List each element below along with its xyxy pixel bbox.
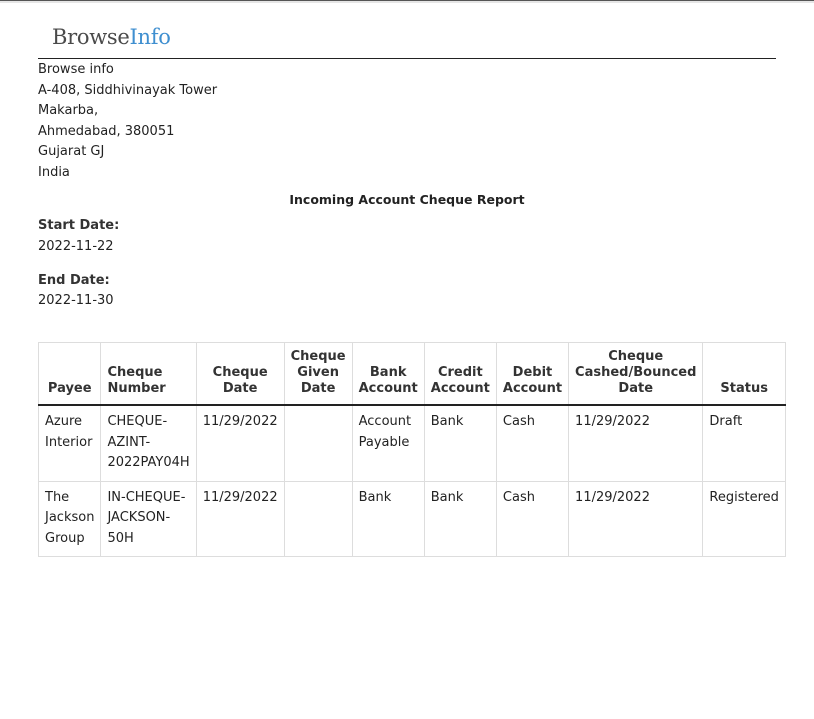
logo-text-info: Info xyxy=(129,25,171,49)
start-date-label: Start Date: xyxy=(38,218,120,233)
address-line: Ahmedabad, 380051 xyxy=(38,123,175,139)
address-line: Makarba, xyxy=(38,103,99,118)
header-cheque-date: Cheque Date xyxy=(195,342,285,406)
cell-bank-account: Account Payable xyxy=(351,404,425,482)
address-line: A-408, Siddhivinayak Tower xyxy=(38,82,218,98)
cheque-report-table: Payee Cheque Number Cheque Date Cheque Giv… xyxy=(37,342,786,557)
header-cheque-number: Cheque Number xyxy=(100,342,197,406)
cell-cheque-date: 11/29/2022 xyxy=(195,404,285,482)
header-status: Status xyxy=(702,342,786,406)
header-payee: Payee xyxy=(37,342,102,406)
cell-status: Registered xyxy=(702,480,786,557)
end-date-label: End Date: xyxy=(38,273,110,288)
table-row: The Jackson Group IN-CHEQUE- JACKSON-50H 11… xyxy=(37,480,786,557)
address-line: India xyxy=(38,164,70,180)
address-line: Browse info xyxy=(38,62,114,77)
cell-cheque-given-date xyxy=(283,480,353,557)
cell-cheque-given-date xyxy=(283,404,353,482)
cell-cheque-cashed-date: 11/29/2022 xyxy=(568,480,704,557)
header-credit-account: Credit Account xyxy=(423,342,497,406)
header-bank-account: Bank Account xyxy=(351,342,425,406)
cell-payee: Azure Interior xyxy=(37,404,102,482)
cell-cheque-number: IN-CHEQUE- JACKSON-50H xyxy=(100,480,197,557)
company-logo: BrowseInfo xyxy=(52,25,171,49)
cell-credit-account: Bank xyxy=(423,404,497,482)
top-shadow xyxy=(0,1,814,3)
table-row: Azure Interior CHEQUE- AZINT- 2022PAY04H 11… xyxy=(37,404,786,482)
company-address: Browse info A-408, Siddhivinayak Tower M… xyxy=(38,60,217,183)
cell-credit-account: Bank xyxy=(423,480,497,557)
start-date-value: 2022-11-22 xyxy=(38,239,114,254)
cell-bank-account: Bank xyxy=(351,480,425,557)
table-header-row: Payee Cheque Number Cheque Date Cheque Giv… xyxy=(37,342,786,406)
cell-cheque-date: 11/29/2022 xyxy=(195,480,285,557)
header-cheque-given-date: Cheque Given Date xyxy=(283,342,353,406)
header-cheque-cashed-date: Cheque Cashed/Bounced Date xyxy=(568,342,704,406)
cell-status: Draft xyxy=(702,404,786,482)
cell-cheque-cashed-date: 11/29/2022 xyxy=(568,404,704,482)
cell-debit-account: Cash xyxy=(495,480,570,557)
cell-cheque-number: CHEQUE- AZINT- 2022PAY04H xyxy=(100,404,197,482)
report-title: Incoming Account Cheque Report xyxy=(289,192,525,207)
address-line: Gujarat GJ xyxy=(38,144,105,159)
end-date-value: 2022-11-30 xyxy=(38,293,114,308)
cell-debit-account: Cash xyxy=(495,404,570,482)
logo-text-browse: Browse xyxy=(52,25,130,49)
cell-payee: The Jackson Group xyxy=(37,480,102,557)
header-debit-account: Debit Account xyxy=(495,342,570,406)
header-divider xyxy=(38,58,776,59)
